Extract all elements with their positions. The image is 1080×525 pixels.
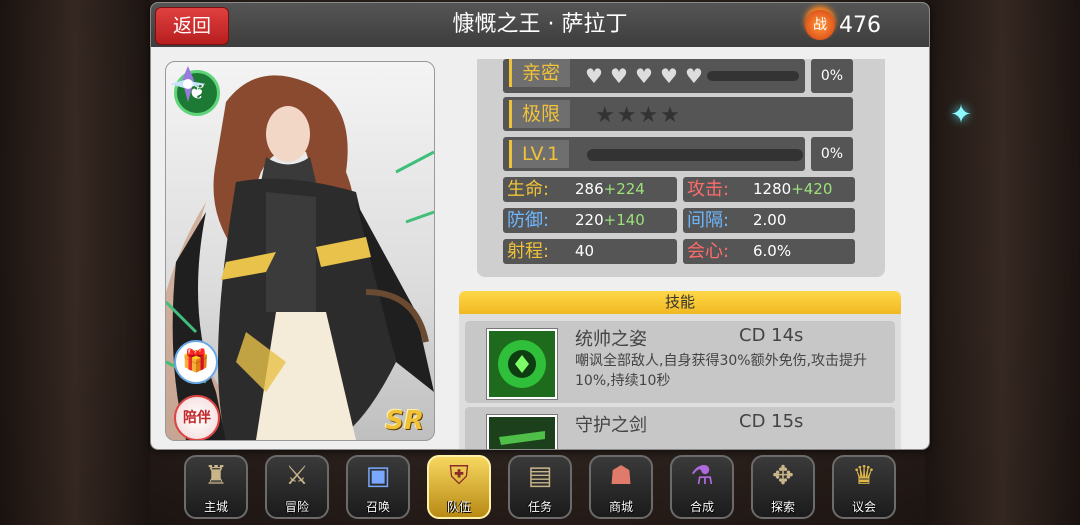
summon-card-icon: ▣	[365, 461, 391, 491]
heart-icon: ♥	[585, 64, 603, 88]
team-helmet-icon: ⛨	[449, 461, 469, 491]
affinity-progress-bar	[707, 71, 799, 81]
level-label: LV.1	[509, 140, 570, 168]
stat-def: 防御: 220+140	[503, 208, 677, 233]
affinity-row: 亲密 ♥ ♥ ♥ ♥ ♥	[503, 59, 805, 93]
skill-description: 嘲讽全部敌人,自身获得30%额外免伤,攻击提升10%,持续10秒	[575, 353, 868, 389]
background-bookshelf-left	[0, 0, 150, 525]
heart-icon: ♥	[635, 64, 653, 88]
skill-name: 统帅之姿	[575, 329, 647, 350]
stat-crit-value: 6.0%	[753, 242, 792, 260]
level-row: LV.1	[503, 137, 805, 171]
council-crown-icon: ♛	[852, 461, 876, 491]
heart-icon: ♥	[660, 64, 678, 88]
guardian-sword-skill-icon	[487, 415, 557, 449]
power-value: 476	[839, 12, 881, 38]
skill-name: 守护之剑	[575, 415, 647, 436]
stat-range-label: 射程:	[507, 241, 550, 262]
skill-cooldown: CD 14s	[739, 325, 804, 346]
nav-team[interactable]: ⛨ 队伍	[427, 455, 491, 519]
stat-hp-value: 286+224	[575, 180, 645, 198]
stat-interval: 间隔: 2.00	[683, 208, 855, 233]
stat-atk-value: 1280+420	[753, 180, 833, 198]
stat-hp: 生命: 286+224	[503, 177, 677, 202]
affinity-percent: 0%	[811, 59, 853, 93]
affinity-label: 亲密	[509, 59, 571, 87]
skills-panel: 技能 统帅之姿 CD 14s 嘲讽全部敌人,自身获得30%额外免伤,攻击提升10…	[459, 291, 901, 449]
nav-craft[interactable]: ⚗ 合成	[670, 455, 734, 519]
nav-summon[interactable]: ▣ 召唤	[346, 455, 410, 519]
hero-portrait: ❦ 🎁 陪伴 SR	[165, 61, 435, 441]
nav-council[interactable]: ♛ 议会	[832, 455, 896, 519]
commander-skill-icon	[487, 329, 557, 399]
crossed-swords-icon: ⚔	[285, 461, 309, 491]
stat-def-value: 220+140	[575, 211, 645, 229]
sparkle-icon: ✦	[950, 100, 972, 130]
skill-item[interactable]: 守护之剑 CD 15s	[465, 407, 895, 449]
stats-panel: 亲密 ♥ ♥ ♥ ♥ ♥ 0% 极限 ★★★★ LV.1 0% 生命: 286+…	[477, 59, 885, 277]
stat-interval-value: 2.00	[753, 211, 787, 229]
rarity-badge: SR	[385, 406, 424, 436]
skills-header: 技能	[459, 291, 901, 314]
heart-icon: ♥	[685, 64, 703, 88]
skill-item[interactable]: 统帅之姿 CD 14s 嘲讽全部敌人,自身获得30%额外免伤,攻击提升10%,持…	[465, 321, 895, 403]
nav-quest[interactable]: ▤ 任务	[508, 455, 572, 519]
heart-icon: ♥	[610, 64, 628, 88]
back-button[interactable]: 返回	[155, 7, 229, 45]
bottom-navigation: ♜ 主城 ⚔ 冒险 ▣ 召唤 ⛨ 队伍 ▤ 任务 ☗ 商城 ⚗ 合成 ✥ 探索 …	[184, 455, 896, 521]
stat-range: 射程: 40	[503, 239, 677, 264]
potion-icon: ⚗	[690, 461, 714, 491]
skill-cooldown: CD 15s	[739, 411, 804, 432]
stat-hp-label: 生命:	[507, 179, 550, 200]
affinity-hearts: ♥ ♥ ♥ ♥ ♥	[585, 64, 710, 88]
limit-label: 极限	[509, 100, 571, 128]
flame-power-icon: 战	[805, 10, 835, 40]
limit-stars: ★★★★	[595, 103, 682, 128]
crystal-emblem-icon	[170, 66, 206, 102]
hero-detail-panel: 慷慨之王 · 萨拉丁 返回 战 476 ❦ 🎁 陪伴 SR 亲密 ♥ ♥ ♥ ♥…	[150, 2, 930, 450]
nav-adventure[interactable]: ⚔ 冒险	[265, 455, 329, 519]
level-percent: 0%	[811, 137, 853, 171]
stat-def-label: 防御:	[507, 210, 550, 231]
level-progress-bar	[587, 149, 803, 161]
background-bookshelf-right	[925, 0, 1080, 525]
stat-atk: 攻击: 1280+420	[683, 177, 855, 202]
header-bar: 慷慨之王 · 萨拉丁 返回 战 476	[151, 3, 929, 47]
stat-range-value: 40	[575, 242, 595, 260]
hero-illustration	[166, 75, 434, 440]
nav-shop[interactable]: ☗ 商城	[589, 455, 653, 519]
shop-mushroom-icon: ☗	[609, 461, 633, 491]
compass-icon: ✥	[772, 461, 794, 491]
stat-atk-label: 攻击:	[687, 179, 730, 200]
limit-row: 极限 ★★★★	[503, 97, 853, 131]
stat-crit: 会心: 6.0%	[683, 239, 855, 264]
nav-explore[interactable]: ✥ 探索	[751, 455, 815, 519]
nav-main-city[interactable]: ♜ 主城	[184, 455, 248, 519]
quest-scroll-icon: ▤	[527, 461, 553, 491]
companion-button[interactable]: 陪伴	[174, 395, 220, 440]
castle-icon: ♜	[204, 461, 228, 491]
gift-button[interactable]: 🎁	[174, 340, 218, 384]
stat-interval-label: 间隔:	[687, 210, 730, 231]
combat-power: 战 476	[805, 9, 881, 41]
stat-crit-label: 会心:	[687, 241, 730, 262]
